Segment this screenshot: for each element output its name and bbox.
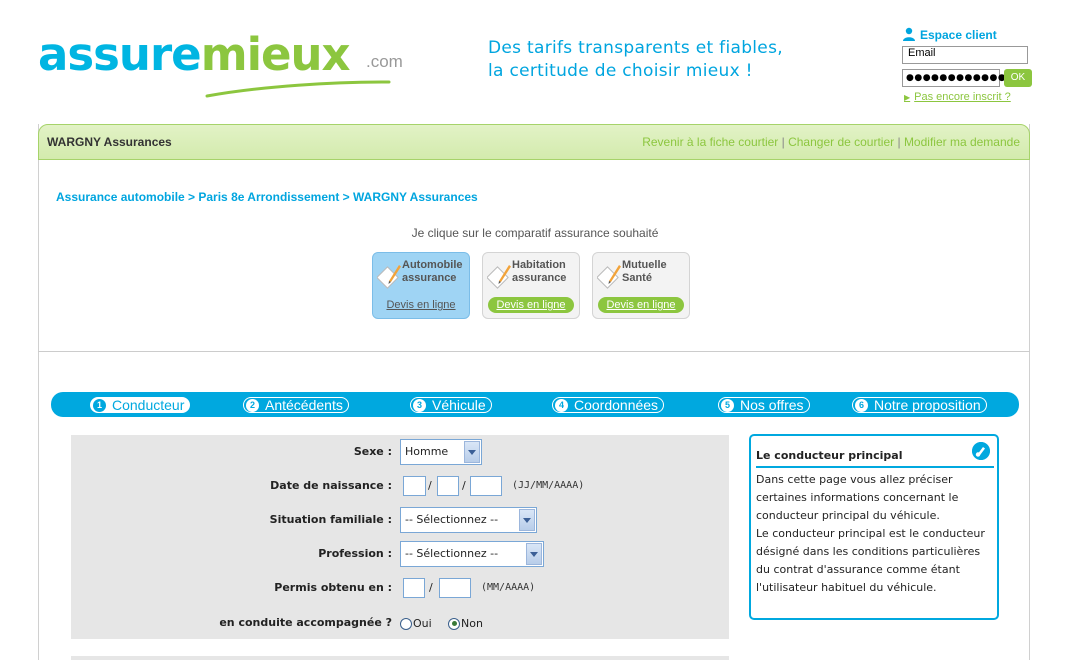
client-login: Espace client Email ●●●●●●●●●●●● OK ▶ Pa… bbox=[902, 27, 1032, 103]
situation-label: Situation familiale : bbox=[269, 513, 392, 526]
profession-label: Profession : bbox=[318, 547, 392, 560]
conduite-non-radio[interactable]: Non bbox=[448, 617, 483, 630]
chevron-down-icon bbox=[464, 441, 480, 463]
step-coordonnees[interactable]: 4 Coordonnées bbox=[552, 397, 665, 413]
step-notre-proposition[interactable]: 6 Notre proposition bbox=[852, 397, 987, 413]
driver-form: Sexe : Homme Date de naissance : / / (JJ… bbox=[71, 435, 729, 639]
online-quote-link[interactable]: Devis en ligne bbox=[598, 297, 684, 313]
product-automobile[interactable]: Automobile assurance Devis en ligne bbox=[372, 252, 470, 319]
sexe-label: Sexe : bbox=[353, 445, 392, 458]
permis-year-input[interactable] bbox=[439, 578, 471, 598]
birthdate-format: (JJ/MM/AAAA) bbox=[512, 480, 585, 491]
tagline-line-1: Des tarifs transparents et fiables, bbox=[488, 38, 783, 58]
client-title-label: Espace client bbox=[920, 27, 997, 42]
logo-suffix: .com bbox=[366, 52, 403, 71]
profession-select[interactable]: -- Sélectionnez -- bbox=[400, 541, 544, 567]
radio-circle bbox=[400, 617, 412, 630]
conduite-oui-radio[interactable]: Oui bbox=[400, 617, 432, 630]
email-field[interactable]: Email bbox=[902, 46, 1028, 64]
main-panel: WARGNY Assurances Revenir à la fiche cou… bbox=[38, 124, 1030, 660]
breadcrumb[interactable]: Assurance automobile > Paris 8e Arrondis… bbox=[56, 190, 478, 204]
product-mutuelle[interactable]: Mutuelle Santé Devis en ligne bbox=[592, 252, 690, 319]
logo[interactable]: assuremieux .com bbox=[38, 32, 418, 98]
user-icon bbox=[903, 27, 915, 41]
pencil-icon bbox=[487, 265, 511, 289]
broker-name: WARGNY Assurances bbox=[47, 135, 172, 149]
back-to-broker-link[interactable]: Revenir à la fiche courtier bbox=[642, 135, 778, 149]
chevron-down-icon bbox=[519, 509, 535, 531]
password-field[interactable]: ●●●●●●●●●●●● bbox=[902, 69, 1006, 87]
help-box: Le conducteur principal Dans cette page … bbox=[749, 434, 999, 620]
birthdate-label: Date de naissance : bbox=[270, 479, 392, 492]
sexe-select[interactable]: Homme bbox=[400, 439, 482, 465]
radio-circle-selected bbox=[448, 617, 460, 630]
online-quote-link[interactable]: Devis en ligne bbox=[378, 297, 464, 313]
logo-wordmark: assuremieux bbox=[38, 28, 351, 81]
permis-month-input[interactable] bbox=[403, 578, 425, 598]
birth-day-input[interactable] bbox=[403, 476, 426, 496]
permis-format: (MM/AAAA) bbox=[481, 582, 536, 593]
register-link-row[interactable]: ▶ Pas encore inscrit ? bbox=[902, 91, 1032, 103]
product-title: Automobile assurance bbox=[402, 259, 463, 284]
situation-select[interactable]: -- Sélectionnez -- bbox=[400, 507, 537, 533]
panel-links: Revenir à la fiche courtier | Changer de… bbox=[642, 135, 1020, 149]
login-ok-button[interactable]: OK bbox=[1004, 69, 1032, 87]
step-nos-offres[interactable]: 5 Nos offres bbox=[718, 397, 810, 413]
product-title: Mutuelle Santé bbox=[622, 259, 667, 284]
step-conducteur[interactable]: 1 Conducteur bbox=[90, 397, 191, 413]
form-next-section bbox=[71, 656, 729, 660]
modify-request-link[interactable]: Modifier ma demande bbox=[904, 135, 1020, 149]
steps-bar: 1 Conducteur 2 Antécédents 3 Véhicule 4 Coor… bbox=[51, 392, 1019, 417]
chooser-label: Je clique sur le comparatif assurance so… bbox=[411, 226, 659, 240]
birth-year-input[interactable] bbox=[470, 476, 502, 496]
pencil-icon bbox=[597, 265, 621, 289]
tagline-line-2: la certitude de choisir mieux ! bbox=[488, 61, 753, 81]
client-title[interactable]: Espace client bbox=[902, 27, 1032, 42]
step-vehicule[interactable]: 3 Véhicule bbox=[410, 397, 492, 413]
logo-swoosh bbox=[205, 80, 391, 98]
tagline: Des tarifs transparents et fiables, la c… bbox=[488, 37, 783, 83]
help-title: Le conducteur principal bbox=[756, 449, 994, 468]
link-separator: | bbox=[894, 135, 904, 149]
product-habitation[interactable]: Habitation assurance Devis en ligne bbox=[482, 252, 580, 319]
step-antecedents[interactable]: 2 Antécédents bbox=[243, 397, 349, 413]
online-quote-link[interactable]: Devis en ligne bbox=[488, 297, 574, 313]
panel-header: WARGNY Assurances Revenir à la fiche cou… bbox=[38, 124, 1030, 160]
chevron-down-icon bbox=[526, 543, 542, 565]
conduite-label: en conduite accompagnée ? bbox=[219, 616, 392, 629]
register-link[interactable]: Pas encore inscrit ? bbox=[914, 91, 1011, 103]
pencil-icon bbox=[377, 265, 401, 289]
product-title: Habitation assurance bbox=[512, 259, 567, 284]
help-text: Dans cette page vous allez préciser cert… bbox=[756, 473, 985, 594]
change-broker-link[interactable]: Changer de courtier bbox=[788, 135, 894, 149]
arrow-right-icon: ▶ bbox=[904, 92, 911, 102]
permis-label: Permis obtenu en : bbox=[274, 581, 392, 594]
section-divider bbox=[38, 351, 1030, 352]
birth-month-input[interactable] bbox=[437, 476, 459, 496]
link-separator: | bbox=[778, 135, 789, 149]
